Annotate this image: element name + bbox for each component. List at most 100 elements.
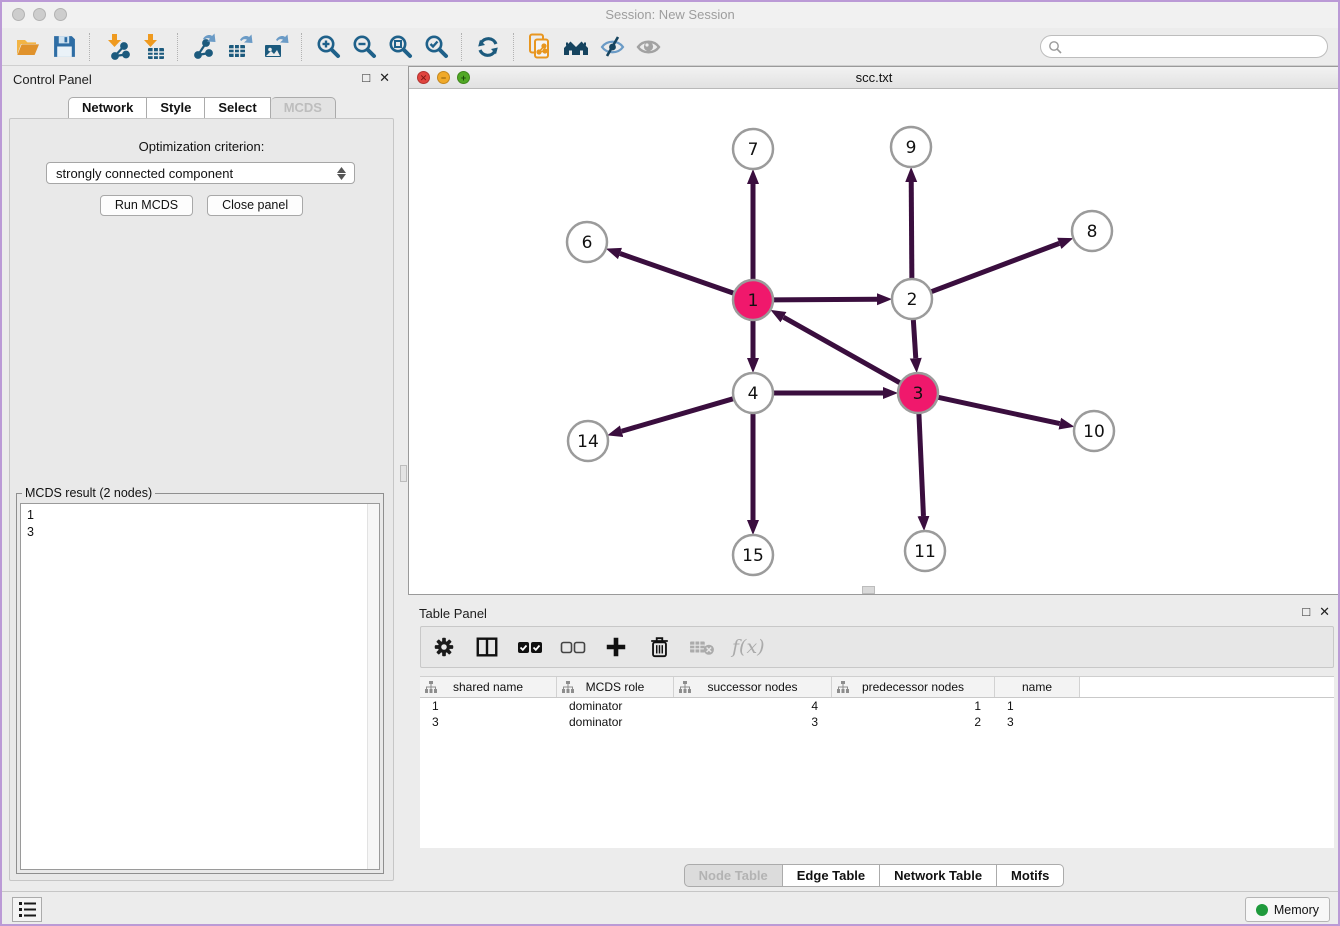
graph-node-1[interactable]: 1 (733, 280, 773, 320)
table-cell[interactable]: 3 (420, 714, 557, 730)
search-field[interactable] (1040, 35, 1328, 58)
split-panel-button[interactable] (474, 634, 500, 660)
edge-2-3[interactable] (913, 319, 915, 358)
function-builder-button[interactable]: f(x) (732, 634, 765, 660)
tab-network-table[interactable]: Network Table (880, 864, 997, 887)
column-header-MCDS-role[interactable]: MCDS role (557, 677, 674, 697)
save-session-button[interactable] (46, 32, 82, 62)
search-input[interactable] (1066, 39, 1310, 55)
table-cell[interactable]: 4 (674, 698, 832, 714)
edge-3-10[interactable] (938, 397, 1060, 423)
graph-node-4[interactable]: 4 (733, 373, 773, 413)
graph-node-10[interactable]: 10 (1074, 411, 1114, 451)
zoom-selected-button[interactable] (418, 32, 454, 62)
delete-columns-button[interactable] (646, 634, 672, 660)
import-table-button[interactable] (134, 32, 170, 62)
column-header-successor-nodes[interactable]: successor nodes (674, 677, 832, 697)
run-mcds-button[interactable]: Run MCDS (100, 195, 193, 216)
edge-1-6[interactable] (620, 254, 734, 294)
svg-text:11: 11 (914, 542, 936, 562)
table-cell[interactable]: dominator (557, 714, 674, 730)
table-cell[interactable]: 3 (995, 714, 1080, 730)
table-panel-tabs: Node TableEdge TableNetwork TableMotifs (408, 864, 1340, 887)
edge-4-14[interactable] (622, 399, 734, 432)
table-cell[interactable]: 1 (995, 698, 1080, 714)
graph-node-8[interactable]: 8 (1072, 211, 1112, 251)
plus-icon (604, 635, 628, 659)
network-window-title: scc.txt (409, 70, 1339, 85)
export-image-button[interactable] (258, 32, 294, 62)
memory-button[interactable]: Memory (1245, 897, 1330, 922)
tab-style[interactable]: Style (147, 97, 205, 119)
table-options-button[interactable] (431, 634, 457, 660)
table-panel: Table Panel □ ✕ (408, 600, 1340, 891)
add-column-button[interactable] (603, 634, 629, 660)
result-scrollbar[interactable] (367, 504, 379, 869)
tab-edge-table[interactable]: Edge Table (783, 864, 880, 887)
graph-node-15[interactable]: 15 (733, 535, 773, 575)
graph-node-11[interactable]: 11 (905, 531, 945, 571)
edge-2-8[interactable] (931, 243, 1060, 292)
edge-2-9[interactable] (911, 182, 912, 279)
horizontal-splitter-grip[interactable] (862, 586, 875, 594)
delete-table-button[interactable] (689, 634, 715, 660)
table-cell[interactable]: 1 (420, 698, 557, 714)
edge-1-2[interactable] (773, 299, 877, 300)
copy-network-view-button[interactable] (522, 32, 558, 62)
zoom-in-button[interactable] (310, 32, 346, 62)
export-network-button[interactable] (186, 32, 222, 62)
home-layout-button[interactable] (558, 32, 594, 62)
select-all-columns-button[interactable] (517, 634, 543, 660)
unselect-all-columns-button[interactable] (560, 634, 586, 660)
column-header-shared-name[interactable]: shared name (420, 677, 557, 697)
close-table-panel-icon[interactable]: ✕ (1319, 604, 1330, 620)
trash-icon (648, 635, 671, 659)
close-panel-button[interactable]: Close panel (207, 195, 303, 216)
graph-node-2[interactable]: 2 (892, 279, 932, 319)
table-cell[interactable]: dominator (557, 698, 674, 714)
graph-node-7[interactable]: 7 (733, 129, 773, 169)
graph-node-3[interactable]: 3 (898, 373, 938, 413)
export-network-icon (191, 33, 218, 60)
mcds-result-textarea[interactable]: 1 3 (20, 503, 380, 870)
graph-node-9[interactable]: 9 (891, 127, 931, 167)
delete-table-icon (689, 636, 715, 658)
close-panel-icon[interactable]: ✕ (379, 70, 390, 86)
edge-3-11[interactable] (919, 413, 924, 516)
import-network-button[interactable] (98, 32, 134, 62)
tab-node-table[interactable]: Node Table (684, 864, 783, 887)
column-header-name[interactable]: name (995, 677, 1080, 697)
graph-node-6[interactable]: 6 (567, 222, 607, 262)
table-panel-title: Table Panel (419, 606, 487, 621)
svg-text:10: 10 (1083, 422, 1105, 442)
task-history-button[interactable] (12, 897, 42, 922)
network-window-titlebar[interactable]: ✕ − + scc.txt (409, 67, 1339, 89)
table-cell[interactable]: 3 (674, 714, 832, 730)
tab-motifs[interactable]: Motifs (997, 864, 1064, 887)
edge-3-1[interactable] (783, 317, 900, 383)
open-file-button[interactable] (10, 32, 46, 62)
vertical-splitter-grip[interactable] (400, 465, 407, 482)
hide-panels-button[interactable] (594, 32, 630, 62)
network-graph[interactable]: 7 9 6 8 1 2 4 3 14 10 15 11 (409, 89, 1339, 594)
float-table-panel-icon[interactable]: □ (1302, 604, 1310, 620)
tab-mcds[interactable]: MCDS (271, 97, 336, 119)
tab-select[interactable]: Select (205, 97, 270, 119)
tab-network[interactable]: Network (68, 97, 147, 119)
table-row[interactable]: 3dominator323 (420, 714, 1334, 730)
optimization-criterion-select[interactable]: strongly connected component (46, 162, 355, 184)
column-header-predecessor-nodes[interactable]: predecessor nodes (832, 677, 995, 697)
table-cell[interactable]: 1 (832, 698, 995, 714)
zoom-fit-button[interactable] (382, 32, 418, 62)
export-table-button[interactable] (222, 32, 258, 62)
network-canvas[interactable]: 7 9 6 8 1 2 4 3 14 10 15 11 (409, 89, 1339, 594)
table-cell[interactable]: 2 (832, 714, 995, 730)
float-panel-icon[interactable]: □ (362, 70, 370, 86)
graph-node-14[interactable]: 14 (568, 421, 608, 461)
eye-slash-icon (599, 33, 626, 60)
save-icon (52, 34, 77, 59)
refresh-button[interactable] (470, 32, 506, 62)
show-panels-button[interactable] (630, 32, 666, 62)
zoom-out-button[interactable] (346, 32, 382, 62)
table-row[interactable]: 1dominator411 (420, 698, 1334, 714)
